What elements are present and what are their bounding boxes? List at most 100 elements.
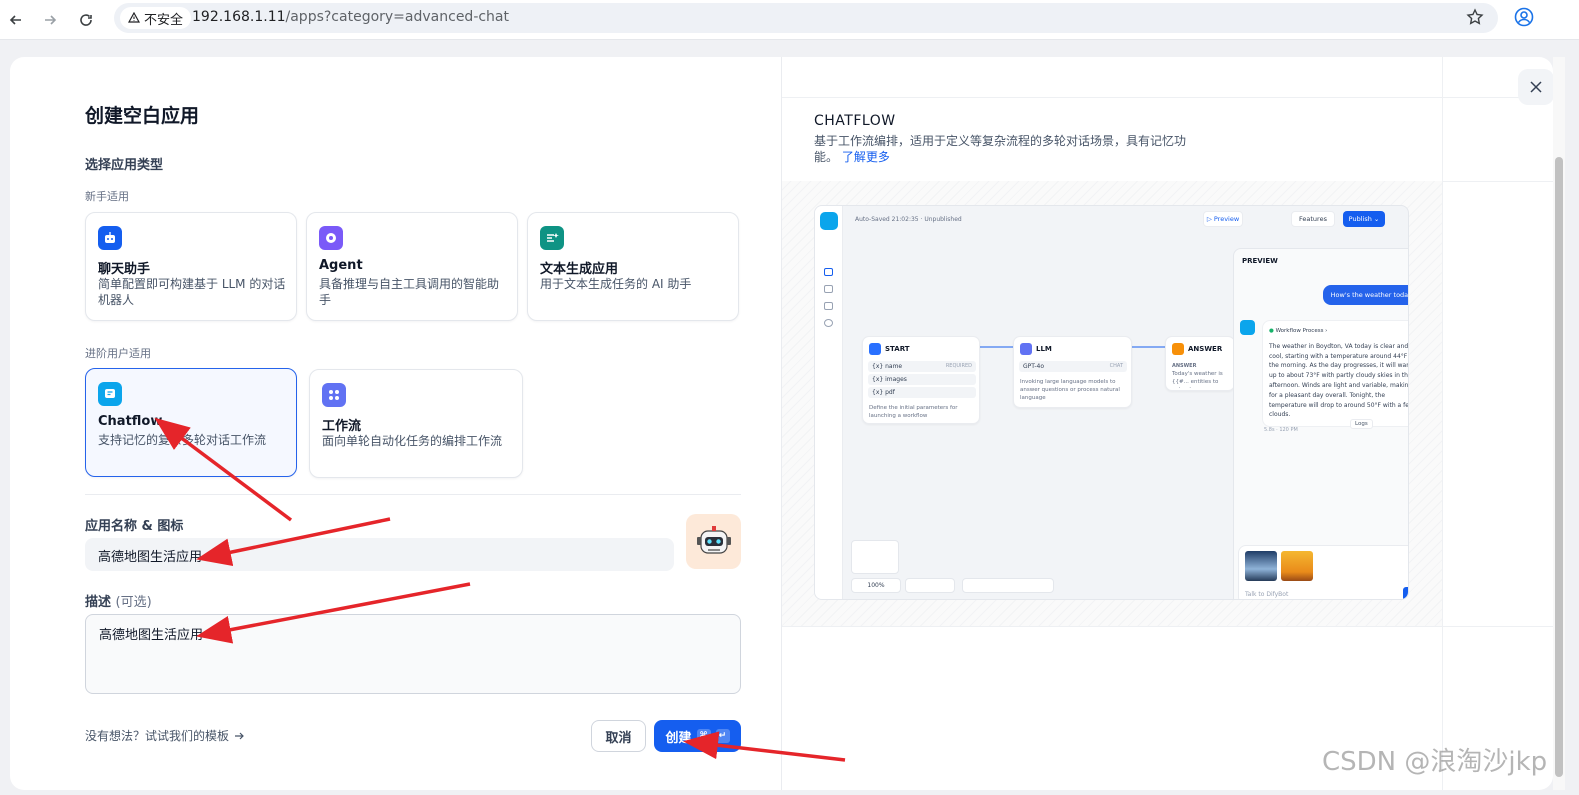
card-title: 聊天助手 xyxy=(98,262,151,277)
divider xyxy=(85,494,741,495)
profile-icon[interactable] xyxy=(1514,7,1534,31)
user-message: How's the weather today xyxy=(1322,285,1408,305)
card-title: 文本生成应用 xyxy=(540,262,619,277)
answer-desc: Today's weather is {{#... entities to ex… xyxy=(1172,371,1223,388)
beginner-label: 新手适用 xyxy=(85,190,129,203)
forward-icon[interactable] xyxy=(38,8,62,32)
chat-bot-icon xyxy=(98,226,122,250)
watermark: CSDN @浪淘沙jkp xyxy=(1322,747,1548,777)
grid-line xyxy=(782,97,1553,98)
card-text-generation[interactable]: 文本生成应用 用于文本生成任务的 AI 助手 xyxy=(527,212,739,321)
robot-avatar-icon xyxy=(696,525,731,554)
card-title: Agent xyxy=(319,258,363,273)
cancel-button[interactable]: 取消 xyxy=(591,720,646,752)
address-bar[interactable]: 不安全 192.168.1.11/apps?category=advanced-… xyxy=(114,3,1498,33)
agent-icon xyxy=(319,226,343,250)
chat-input-placeholder: Talk to DifyBot xyxy=(1245,591,1289,598)
dialog-title: 创建空白应用 xyxy=(85,105,200,127)
card-desc: 具备推理与自主工具调用的智能助手 xyxy=(319,277,500,307)
insecure-badge[interactable]: 不安全 xyxy=(120,7,192,29)
undo-redo-bar xyxy=(905,578,955,593)
llm-node: LLM GPT-4o CHAT Invoking large language m… xyxy=(1013,336,1132,408)
scroll-thumb[interactable] xyxy=(1555,157,1563,777)
zoom-control: 100% xyxy=(851,578,901,593)
chatflow-icon xyxy=(98,382,122,406)
workflow-icon xyxy=(322,383,346,407)
bot-message-text: The weather in Boydton, VA today is clea… xyxy=(1269,342,1409,419)
minimap xyxy=(851,540,899,574)
start-node-desc: Define the initial parameters for launch… xyxy=(869,405,958,419)
answer-sub: ANSWER xyxy=(1172,363,1197,369)
bot-avatar-icon xyxy=(1240,320,1255,335)
learn-more-link[interactable]: 了解更多 xyxy=(842,150,890,164)
app-name-input[interactable]: 高德地图生活应用 xyxy=(85,538,674,571)
message-meta: 5.8s · 120 PM xyxy=(1264,427,1298,433)
llm-mode: CHAT xyxy=(1109,363,1123,369)
insecure-label: 不安全 xyxy=(144,12,184,28)
start-var-name: {x} name xyxy=(872,363,903,370)
tools-bar xyxy=(962,578,1054,593)
create-button[interactable]: 创建 ⌘ ↵ xyxy=(654,720,741,752)
create-label: 创建 xyxy=(665,730,692,746)
close-button[interactable] xyxy=(1518,69,1553,105)
desc-label-text: 描述 xyxy=(85,595,112,610)
chat-input-box: Talk to DifyBot xyxy=(1238,545,1408,599)
workflow-process-label: ● Workflow Process › xyxy=(1269,328,1328,334)
start-node-title: START xyxy=(885,345,910,353)
description-textarea[interactable]: 高德地图生活应用 xyxy=(85,614,741,694)
url-host: 192.168.1.11 xyxy=(192,9,286,25)
templates-link[interactable]: 没有想法？试试我们的模板 xyxy=(85,727,245,744)
close-icon xyxy=(1530,81,1542,93)
url-path: /apps?category=advanced-chat xyxy=(285,9,510,25)
llm-model-row: GPT-4o CHAT xyxy=(1019,361,1127,372)
answer-node-icon xyxy=(1172,343,1184,355)
card-desc: 面向单轮自动化任务的编排工作流 xyxy=(322,434,503,448)
app-type-label: 选择应用类型 xyxy=(85,158,164,173)
start-var-row: {x} pdf xyxy=(868,387,976,398)
create-app-dialog: 创建空白应用 选择应用类型 新手适用 聊天助手 简单配置即可构建基于 LLM 的… xyxy=(10,57,1553,790)
text-generation-icon xyxy=(540,226,564,250)
start-var-row: {x} images xyxy=(868,374,976,385)
card-workflow[interactable]: 工作流 面向单轮自动化任务的编排工作流 xyxy=(309,369,523,478)
cmd-key-icon: ⌘ xyxy=(696,729,711,743)
card-title: Chatflow xyxy=(98,414,163,429)
browser-toolbar: 不安全 192.168.1.11/apps?category=advanced-… xyxy=(0,0,1579,40)
attached-image-thumbnail xyxy=(1245,551,1277,581)
llm-node-title: LLM xyxy=(1036,345,1052,353)
answer-node: ANSWER ANSWER Today's weather is {{#... … xyxy=(1165,336,1235,391)
chatflow-desc: 基于工作流编排，适用于定义等复杂流程的多轮对话场景，具有记忆功能。 了解更多 xyxy=(814,133,1189,165)
card-chat-assistant[interactable]: 聊天助手 简单配置即可构建基于 LLM 的对话机器人 xyxy=(85,212,297,321)
url-text[interactable]: 192.168.1.11/apps?category=advanced-chat xyxy=(192,9,509,25)
workflow-process-text: Workflow Process xyxy=(1275,328,1324,334)
grid-line xyxy=(782,626,1553,627)
form-panel: 创建空白应用 选择应用类型 新手适用 聊天助手 简单配置即可构建基于 LLM 的… xyxy=(10,57,781,790)
preview-panel: CHATFLOW 基于工作流编排，适用于定义等复杂流程的多轮对话场景，具有记忆功… xyxy=(781,57,1553,790)
logs-button: Logs xyxy=(1350,419,1373,429)
bot-message: ● Workflow Process › The weather in Boyd… xyxy=(1262,320,1409,428)
required-tag: REQUIRED xyxy=(945,363,972,369)
answer-node-title: ANSWER xyxy=(1188,345,1223,353)
page-scrollbar[interactable] xyxy=(1553,57,1565,790)
warning-icon xyxy=(128,12,140,23)
desc-label: 描述 (可选) xyxy=(85,591,152,610)
advanced-label: 进阶用户适用 xyxy=(85,347,151,360)
start-node-icon xyxy=(869,343,881,355)
reload-icon[interactable] xyxy=(74,8,98,32)
app-icon-picker[interactable] xyxy=(686,514,741,569)
card-desc: 用于文本生成任务的 AI 助手 xyxy=(540,277,692,291)
back-icon[interactable] xyxy=(4,8,28,32)
card-chatflow[interactable]: Chatflow 支持记忆的复杂多轮对话工作流 xyxy=(85,368,297,477)
desc-optional: (可选) xyxy=(115,595,152,610)
chatflow-screenshot: Auto-Saved 21:02:35 · Unpublished ▷ Prev… xyxy=(814,205,1409,600)
card-agent[interactable]: Agent 具备推理与自主工具调用的智能助手 xyxy=(306,212,518,321)
templates-link-text: 没有想法？试试我们的模板 xyxy=(85,729,230,743)
card-title: 工作流 xyxy=(322,419,362,434)
enter-key-icon: ↵ xyxy=(715,729,730,743)
chatflow-title: CHATFLOW xyxy=(814,113,896,129)
preview-title: PREVIEW xyxy=(1242,257,1278,265)
llm-model: GPT-4o xyxy=(1023,363,1045,370)
name-label: 应用名称 & 图标 xyxy=(85,519,184,534)
llm-node-desc: Invoking large language models to answer… xyxy=(1020,379,1120,401)
card-desc: 简单配置即可构建基于 LLM 的对话机器人 xyxy=(98,277,286,307)
bookmark-star-icon[interactable] xyxy=(1466,8,1484,30)
